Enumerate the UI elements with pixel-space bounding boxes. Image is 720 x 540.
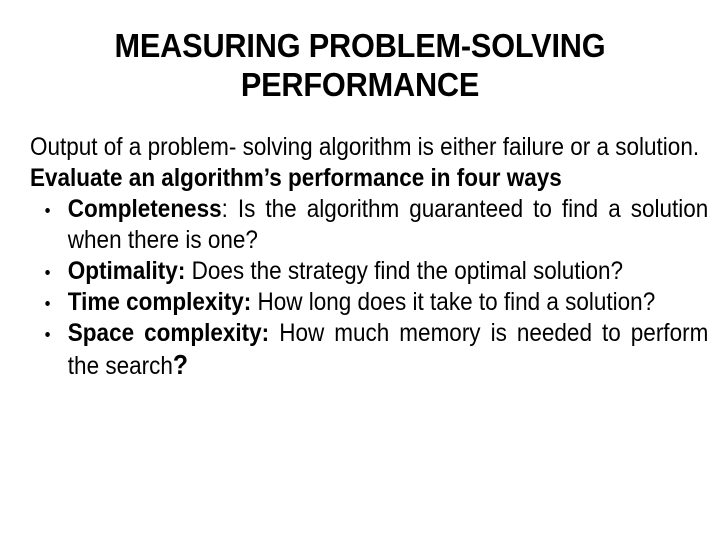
bullet-term: Time complexity	[67, 288, 244, 316]
bullet-separator: :	[243, 288, 252, 316]
intro-paragraph: Output of a problem- solving algorithm i…	[30, 133, 700, 161]
slide-canvas: MEASURING PROBLEM-SOLVING PERFORMANCE Ou…	[0, 0, 720, 540]
list-item: Time complexity: How long does it take t…	[30, 287, 708, 318]
page-title: MEASURING PROBLEM-SOLVING PERFORMANCE	[114, 27, 606, 103]
bullet-description: How long does it take to find a solution…	[251, 288, 656, 316]
bullet-description: Does the strategy find the optimal solut…	[185, 257, 624, 285]
list-item: Completeness: Is the algorithm guarantee…	[30, 194, 708, 256]
evaluation-criteria-list: Completeness: Is the algorithm guarantee…	[30, 194, 708, 382]
bullet-separator: :	[261, 319, 270, 347]
bullet-separator: :	[177, 257, 186, 285]
slide-body: Output of a problem- solving algorithm i…	[30, 132, 709, 382]
bullet-term: Space complexity	[67, 319, 262, 347]
bullet-trailing-question-mark: ?	[172, 349, 189, 380]
bullet-term: Completeness	[67, 195, 222, 223]
list-item: Space complexity: How much memory is nee…	[30, 318, 708, 382]
list-item: Optimality: Does the strategy find the o…	[30, 256, 708, 287]
lead-in-paragraph: Evaluate an algorithm’s performance in f…	[30, 164, 562, 192]
bullet-term: Optimality	[67, 257, 178, 285]
